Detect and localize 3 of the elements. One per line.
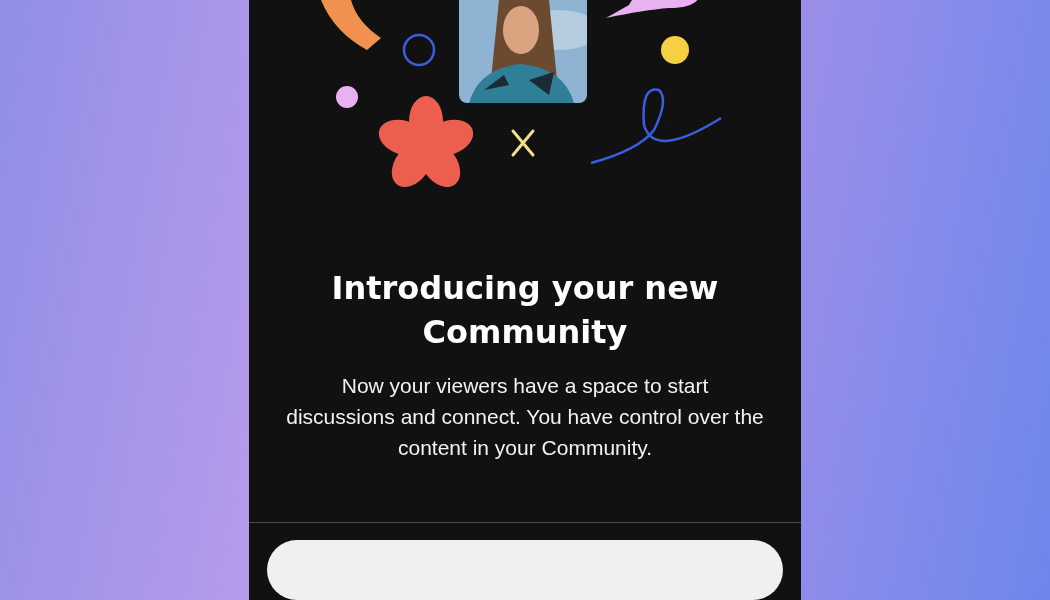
description-text: Now your viewers have a space to start discussions and connect. You have control over the content in your Community.	[285, 373, 765, 461]
primary-button[interactable]	[267, 540, 783, 600]
dialog-title: Introducing your new Community	[330, 268, 720, 353]
